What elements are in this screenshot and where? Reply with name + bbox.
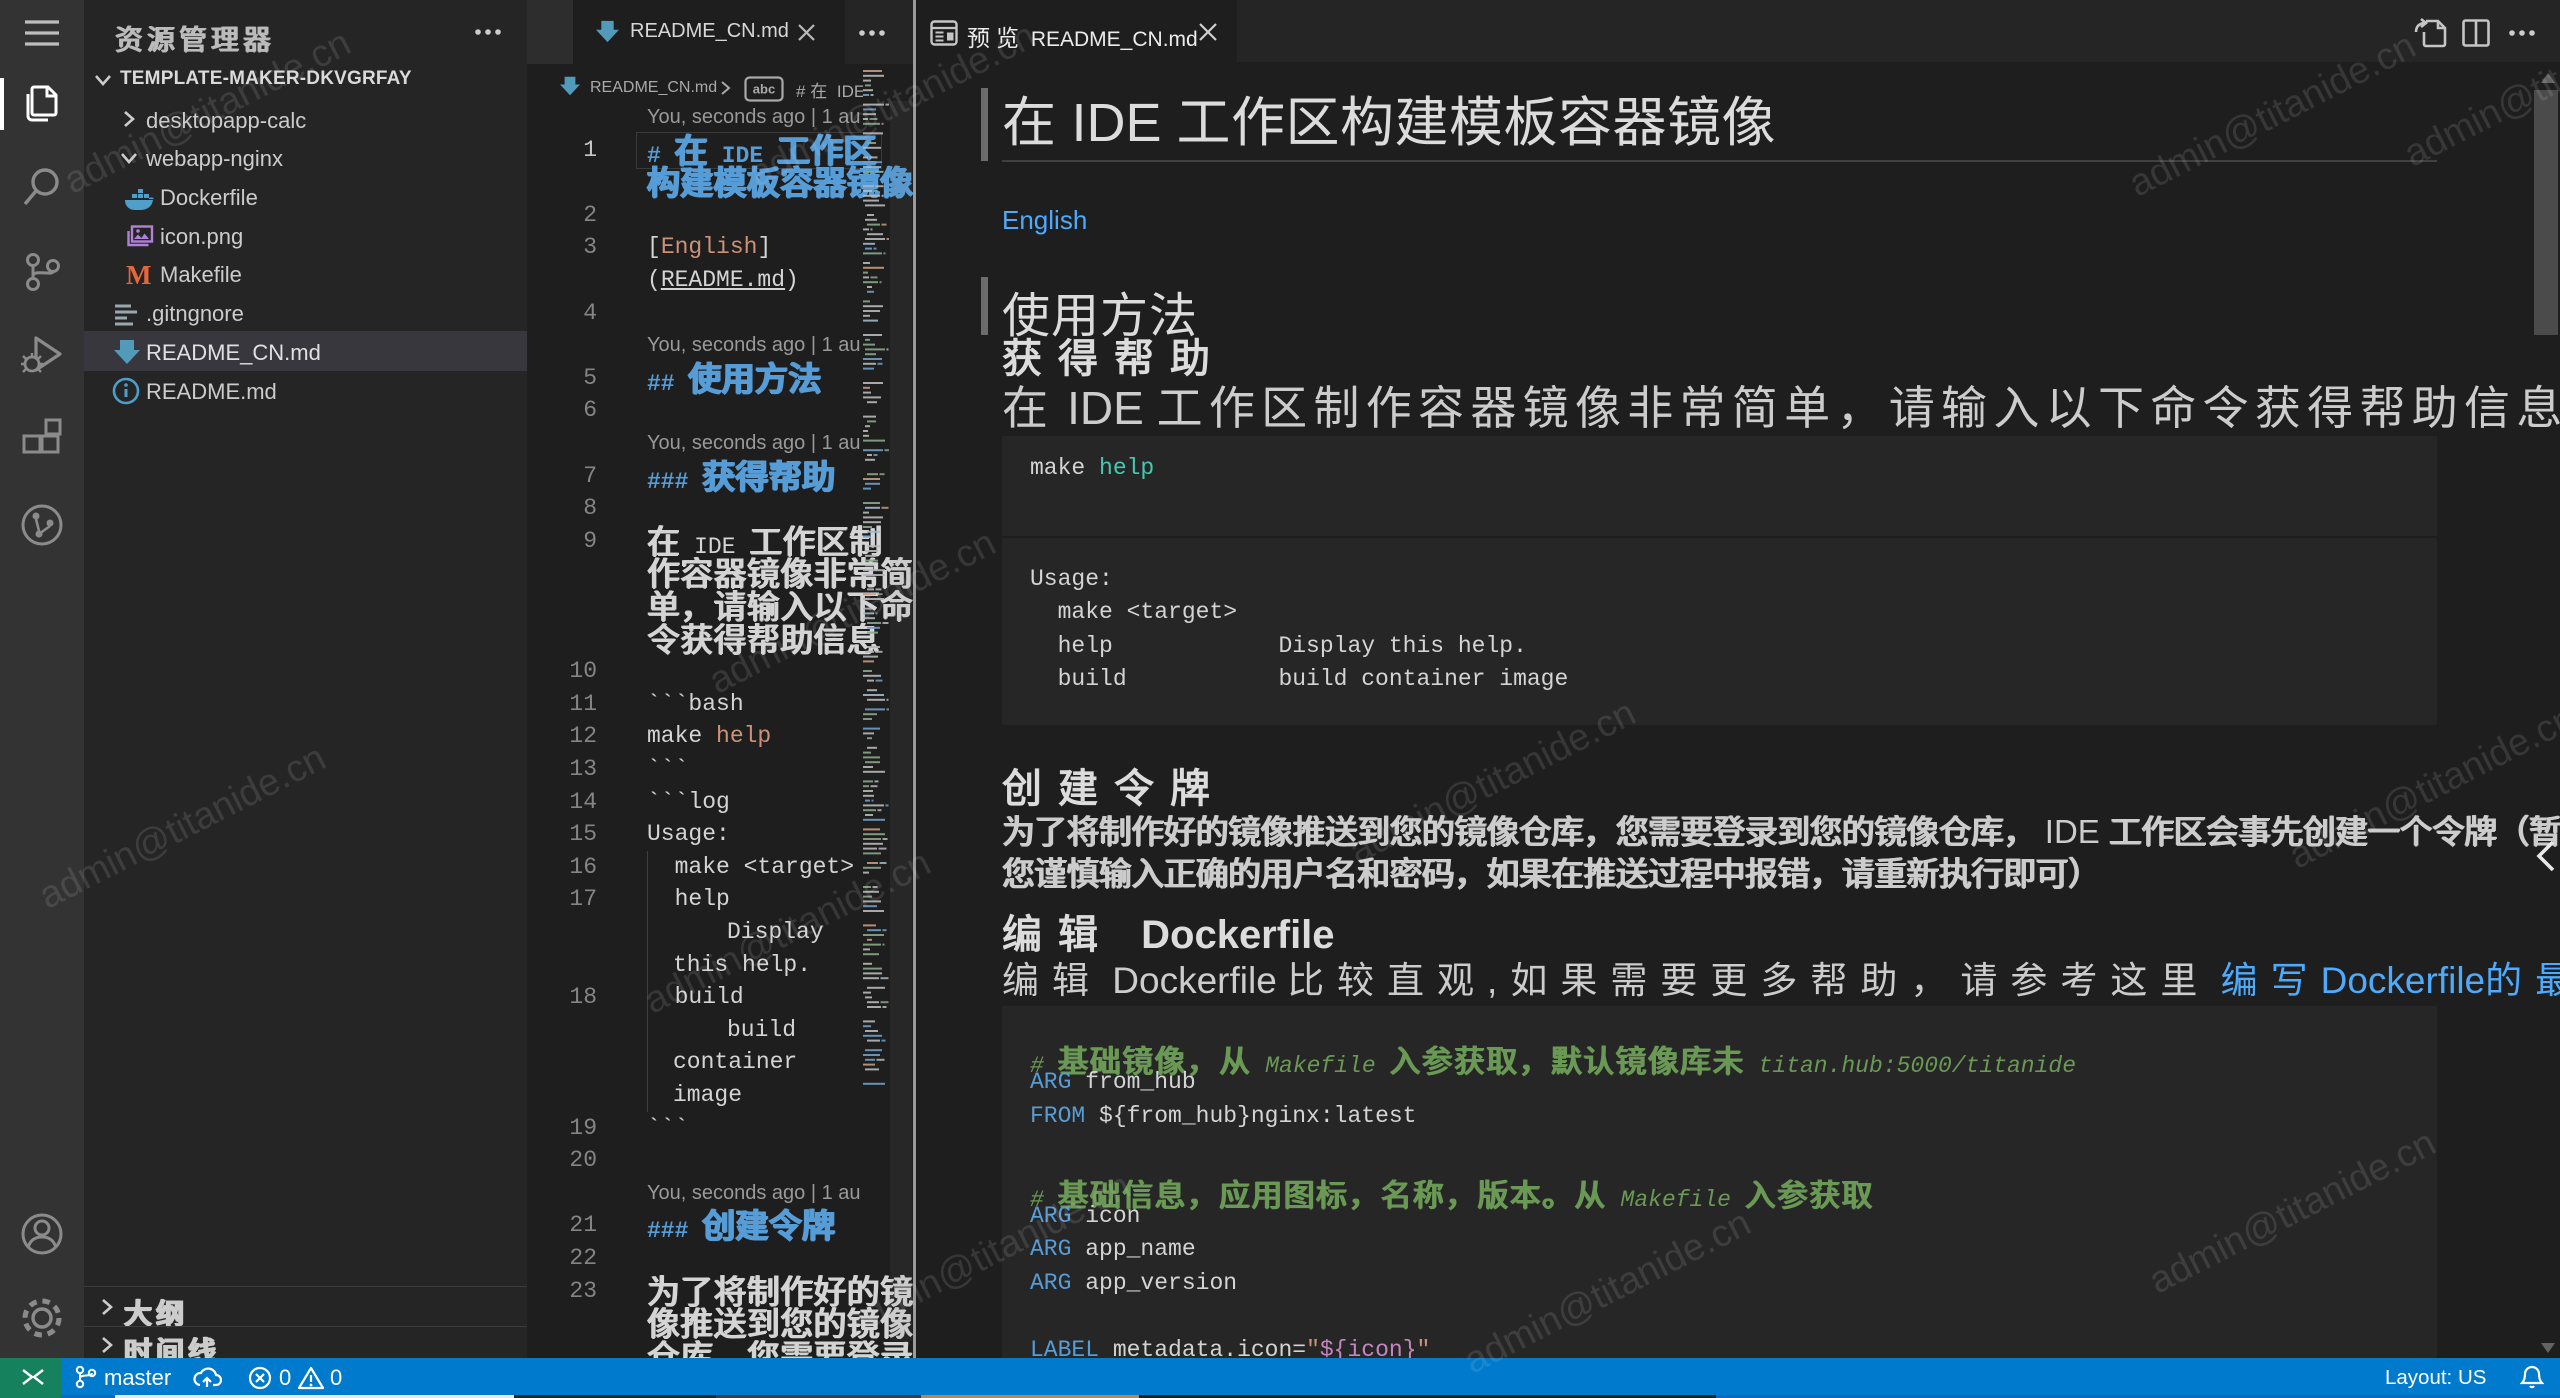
- svg-text:abc: abc: [753, 82, 775, 97]
